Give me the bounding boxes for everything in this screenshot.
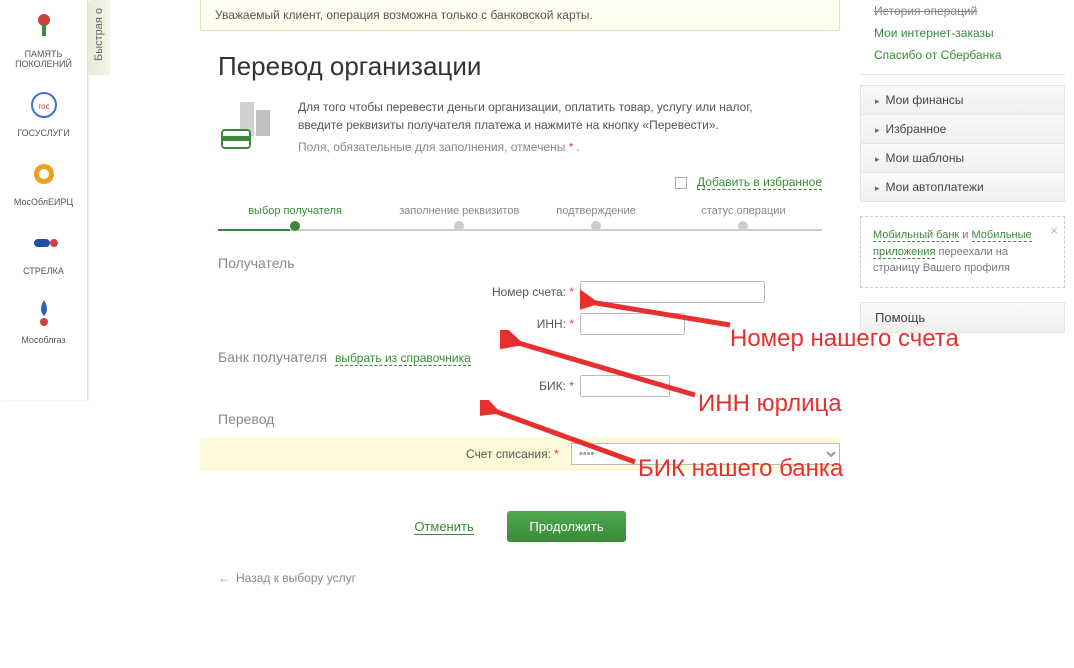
info-box: × Мобильный банк и Мобильные приложения … <box>860 216 1065 288</box>
intro-text: Для того чтобы перевести деньги организа… <box>298 98 753 156</box>
step-recipient: выбор получателя <box>248 205 342 231</box>
intro-line1: Для того чтобы перевести деньги организа… <box>298 98 753 116</box>
service-mosoblgaz[interactable]: Мособлгаз <box>0 286 87 355</box>
label-account: Номер счета: <box>492 285 566 299</box>
form-actions: Отменить Продолжить <box>200 511 840 542</box>
progress-steps: выбор получателя заполнение реквизитов п… <box>218 205 822 235</box>
link-history[interactable]: История операций <box>874 0 1051 22</box>
input-bik[interactable] <box>580 375 670 397</box>
row-account: Номер счета: * <box>200 281 840 303</box>
close-icon[interactable]: × <box>1050 221 1058 241</box>
gosuslugi-icon: гос <box>28 89 60 121</box>
quick-operations-tab[interactable]: Быстрая о <box>88 0 110 75</box>
bookmark-icon <box>675 177 687 189</box>
link-mobile-bank[interactable]: Мобильный банк <box>873 229 959 242</box>
label-inn: ИНН: <box>537 317 566 331</box>
link-internet-orders[interactable]: Мои интернет-заказы <box>874 22 1051 44</box>
back-row: ←Назад к выбору услуг <box>200 570 840 585</box>
notice-banner: Уважаемый клиент, операция возможна толь… <box>200 0 840 31</box>
step-status: статус операции <box>701 205 785 231</box>
add-favorite-link[interactable]: Добавить в избранное <box>697 175 822 190</box>
page-title: Перевод организации <box>200 51 840 82</box>
service-label: ПАМЯТЬ ПОКОЛЕНИЙ <box>4 49 83 69</box>
arrow-left-icon: ← <box>218 571 230 585</box>
label-debit: Счет списания: <box>466 447 551 461</box>
intro-line2: введите реквизиты получателя платежа и н… <box>298 116 753 134</box>
service-mosobleirc[interactable]: МосОблЕИРЦ <box>0 148 87 217</box>
service-gosuslugi[interactable]: гос ГОСУСЛУГИ <box>0 79 87 148</box>
step-confirmation: подтверждение <box>556 205 635 231</box>
back-link[interactable]: ←Назад к выбору услуг <box>218 571 356 585</box>
service-label: СТРЕЛКА <box>4 266 83 276</box>
mosobleirc-icon <box>28 158 60 190</box>
accordion-favorites[interactable]: Избранное <box>861 115 1064 144</box>
accordion-autopayments[interactable]: Мои автоплатежи <box>861 173 1064 202</box>
right-sidebar: История операций Мои интернет-заказы Спа… <box>860 0 1065 333</box>
annotation-account: Номер нашего счета <box>730 325 959 353</box>
annotation-inn: ИНН юрлица <box>698 390 842 418</box>
step-requisites: заполнение реквизитов <box>399 205 519 231</box>
service-strelka[interactable]: СТРЕЛКА <box>0 217 87 286</box>
intro-note: Поля, обязательные для заполнения, отмеч… <box>298 140 569 154</box>
svg-text:гос: гос <box>38 102 49 111</box>
continue-button[interactable]: Продолжить <box>507 511 625 542</box>
label-bik: БИК: <box>539 379 566 393</box>
service-label: МосОблЕИРЦ <box>4 197 83 207</box>
gas-icon <box>28 296 60 328</box>
left-services-panel: ПАМЯТЬ ПОКОЛЕНИЙ гос ГОСУСЛУГИ МосОблЕИР… <box>0 0 88 400</box>
input-inn[interactable] <box>580 313 685 335</box>
bank-directory-link[interactable]: выбрать из справочника <box>335 351 471 366</box>
accordion-finances[interactable]: Мои финансы <box>861 86 1064 115</box>
building-card-icon <box>218 98 280 150</box>
service-label: Мособлгаз <box>4 335 83 345</box>
top-links-block: История операций Мои интернет-заказы Спа… <box>860 0 1065 75</box>
strelka-icon <box>28 227 60 259</box>
cancel-button[interactable]: Отменить <box>414 519 473 535</box>
annotation-bik: БИК нашего банка <box>638 455 843 483</box>
favorites-row: Добавить в избранное <box>200 174 840 189</box>
sidebar-accordion: Мои финансы Избранное Мои шаблоны Мои ав… <box>860 85 1065 202</box>
accordion-templates[interactable]: Мои шаблоны <box>861 144 1064 173</box>
service-label: ГОСУСЛУГИ <box>4 128 83 138</box>
input-account-number[interactable] <box>580 281 765 303</box>
link-spasibo[interactable]: Спасибо от Сбербанка <box>874 44 1051 66</box>
service-memory[interactable]: ПАМЯТЬ ПОКОЛЕНИЙ <box>0 0 87 79</box>
flower-icon <box>28 10 60 42</box>
intro-block: Для того чтобы перевести деньги организа… <box>200 98 840 156</box>
main-content: Уважаемый клиент, операция возможна толь… <box>200 0 840 585</box>
section-recipient: Получатель <box>218 255 840 271</box>
